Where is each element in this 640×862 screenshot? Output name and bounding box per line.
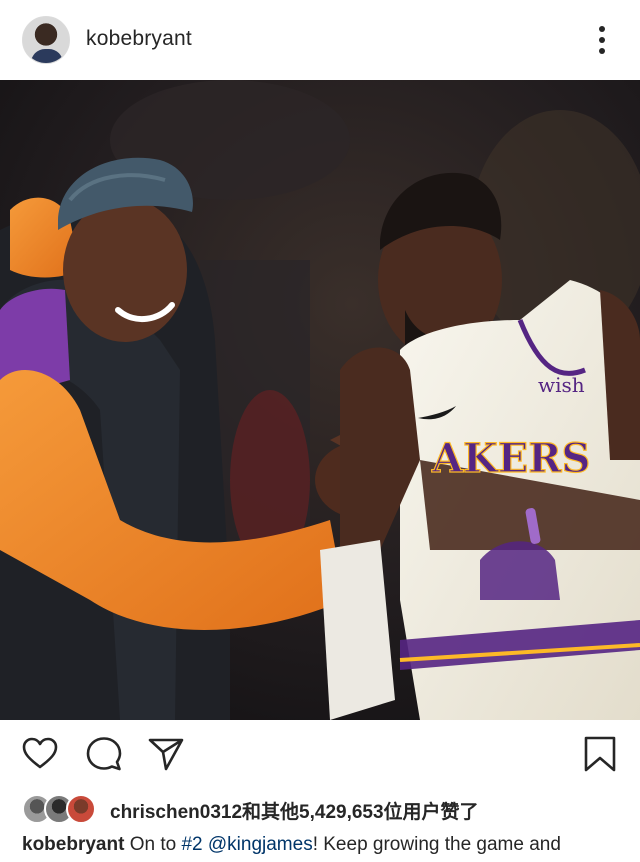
bookmark-icon[interactable] [580,734,620,774]
heart-icon[interactable] [20,734,60,774]
post-action-bar [0,720,640,792]
post-header: kobebryant [0,0,640,80]
post-photo[interactable]: wish AKERS [0,80,640,720]
comment-icon[interactable] [84,734,124,774]
more-options-icon[interactable] [588,24,616,56]
jersey-sponsor-text: wish [538,373,585,397]
caption-mention[interactable]: @kingjames [208,834,313,855]
caption-text: ! Keep growing the game and [312,834,561,855]
post-username[interactable]: kobebryant [86,27,192,51]
caption-text: On to [124,834,182,855]
caption-username[interactable]: kobebryant [22,834,124,855]
caption-hashtag[interactable]: #2 [181,834,202,855]
likes-count-text[interactable]: chrischen0312和其他5,429,653位用户赞了 [110,797,479,824]
liker-avatars[interactable] [22,794,106,824]
post-caption: kobebryant On to #2 @kingjames! Keep gro… [22,832,632,858]
liker-avatar[interactable] [66,794,96,824]
jersey-team-text: AKERS [431,435,590,482]
profile-avatar[interactable] [22,16,70,64]
post-photo-illustration: wish AKERS [0,80,640,720]
send-icon[interactable] [146,734,186,774]
likes-row: chrischen0312和其他5,429,653位用户赞了 [22,794,632,824]
avatar-suit [31,49,63,63]
